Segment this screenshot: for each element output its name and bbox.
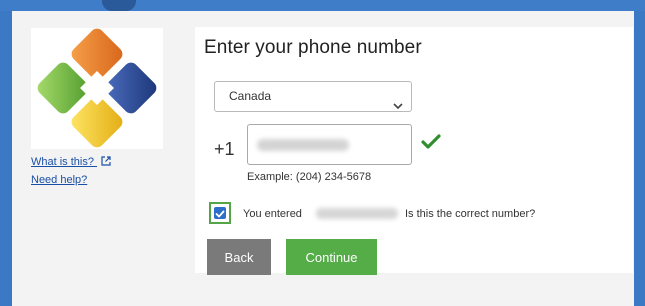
confirm-question: Is this the correct number?: [405, 208, 536, 220]
top-bar-tab: [102, 0, 136, 11]
country-code: +1: [214, 139, 235, 159]
back-button[interactable]: Back: [207, 239, 271, 275]
help-links: What is this? Need help?: [31, 154, 111, 189]
checkbox-check-icon: [215, 210, 225, 218]
valid-check-icon: [421, 134, 441, 155]
need-help-link[interactable]: Need help?: [31, 172, 111, 189]
confirm-prefix: You entered: [243, 208, 302, 220]
app-logo-graphic: [37, 28, 157, 148]
phone-entry-card: Enter your phone number Canada +1 Exampl…: [195, 27, 633, 275]
external-link-icon: [101, 155, 111, 172]
top-bar: [0, 0, 645, 11]
redacted-phone-value: [257, 139, 349, 151]
redacted-confirm-number: [316, 208, 398, 219]
page-title: Enter your phone number: [204, 37, 422, 58]
phone-number-input[interactable]: [247, 124, 412, 165]
confirm-checkbox-focus[interactable]: [209, 202, 231, 224]
app-logo: [31, 28, 163, 149]
content-frame: What is this? Need help? Enter your phon…: [12, 11, 634, 306]
confirm-checkbox[interactable]: [214, 207, 226, 219]
phone-example-hint: Example: (204) 234-5678: [247, 171, 372, 183]
country-select-value: Canada: [229, 89, 272, 103]
continue-button[interactable]: Continue: [286, 239, 377, 275]
what-is-this-label: What is this?: [31, 156, 94, 168]
country-select[interactable]: Canada: [214, 81, 412, 112]
chevron-down-icon: [393, 92, 403, 121]
what-is-this-link[interactable]: What is this?: [31, 154, 111, 172]
